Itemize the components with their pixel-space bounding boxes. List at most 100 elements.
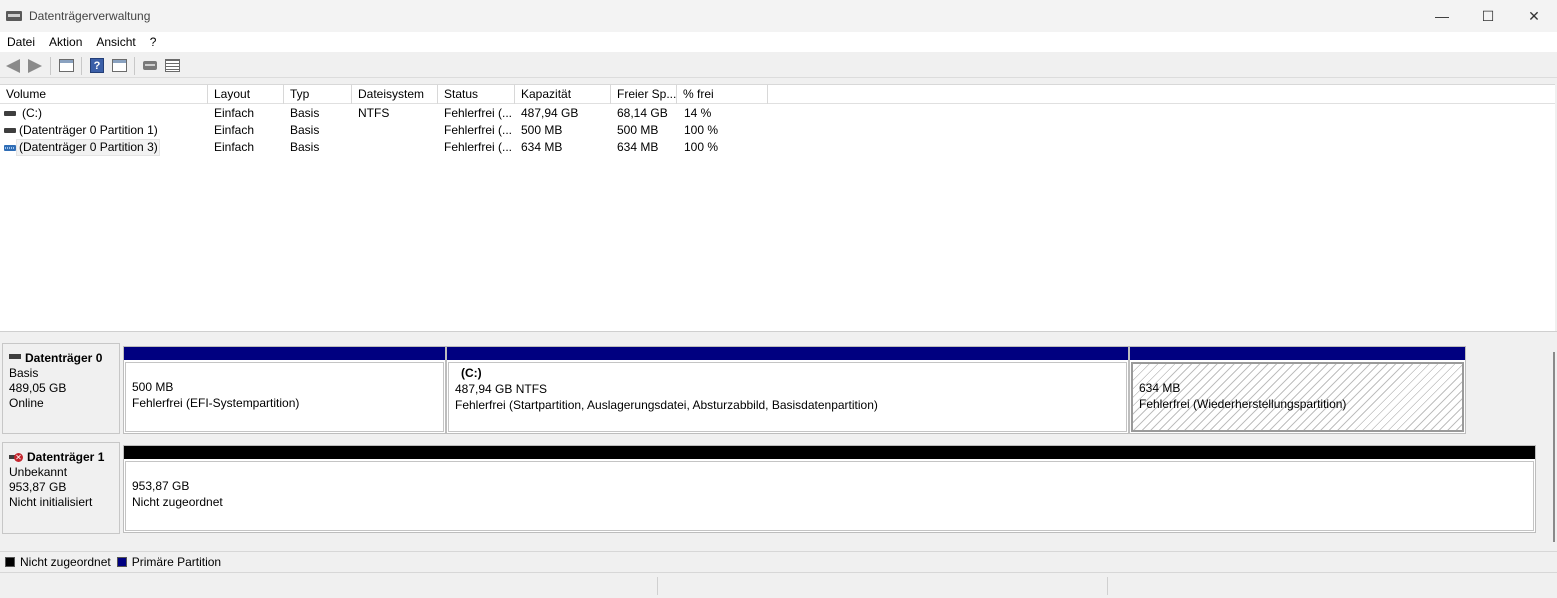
menu-bar: Datei Aktion Ansicht ? (0, 32, 1557, 52)
legend-item-primary: Primäre Partition (116, 554, 222, 569)
column-layout[interactable]: Layout (208, 85, 284, 104)
partition-body-selected: 634 MB Fehlerfrei (Wiederherstellungspar… (1131, 362, 1464, 432)
menu-ansicht[interactable]: Ansicht (89, 35, 142, 49)
cell-prozent-frei: 100 % (684, 140, 719, 154)
cell-volume: (C:) (22, 106, 42, 120)
help-button[interactable]: ? (86, 56, 108, 76)
list-view-icon (164, 59, 180, 72)
cell-status: Fehlerfrei (... (444, 140, 513, 154)
window-controls: — ☐ ✕ (1419, 0, 1557, 32)
partition-c[interactable]: (C:) 487,94 GB NTFS Fehlerfrei (Startpar… (446, 346, 1129, 434)
minimize-button[interactable]: — (1419, 0, 1465, 32)
disk-0-state: Online (9, 396, 44, 410)
cell-layout: Einfach (214, 106, 255, 120)
volume-list[interactable]: Volume Layout Typ Dateisystem Status Kap… (0, 84, 1555, 331)
menu-help[interactable]: ? (143, 35, 164, 49)
cell-layout: Einfach (214, 140, 255, 154)
partition-body: (C:) 487,94 GB NTFS Fehlerfrei (Startpar… (448, 362, 1127, 432)
console-tree-button[interactable] (55, 56, 77, 76)
disk-1-label[interactable]: ✕ Datenträger 1 Unbekannt 953,87 GB Nicht… (2, 442, 120, 534)
column-status[interactable]: Status (438, 85, 515, 104)
status-bar-divider (657, 577, 658, 595)
status-bar (0, 572, 1557, 598)
cell-freier-speicher: 500 MB (617, 123, 659, 137)
column-volume[interactable]: Volume (0, 85, 208, 104)
cell-typ: Basis (290, 106, 320, 120)
table-row[interactable]: (C:) Einfach Basis NTFS Fehlerfrei (... … (0, 105, 1555, 122)
toolbar-separator (50, 56, 51, 75)
forward-button[interactable] (24, 56, 46, 76)
disk-1-state: Nicht initialisiert (9, 495, 93, 509)
cell-volume: (Datenträger 0 Partition 3) (19, 140, 158, 154)
partition-band (124, 446, 1535, 459)
disk-0-size: 489,05 GB (9, 381, 67, 395)
close-button[interactable]: ✕ (1511, 0, 1557, 32)
cell-layout: Einfach (214, 123, 255, 137)
status-bar-divider (1107, 577, 1108, 595)
column-kapazitaet[interactable]: Kapazität (515, 85, 611, 104)
back-icon (6, 58, 20, 73)
disk-0-type: Basis (9, 366, 39, 380)
cell-freier-speicher: 634 MB (617, 140, 659, 154)
partition-size: 500 MB (132, 380, 174, 394)
back-button[interactable] (2, 56, 24, 76)
cell-typ: Basis (290, 140, 320, 154)
cell-volume: (Datenträger 0 Partition 1) (19, 123, 158, 137)
table-row-selected[interactable]: (Datenträger 0 Partition 3) Einfach Basi… (0, 139, 1555, 156)
disk-0-name: Datenträger 0 (25, 351, 103, 365)
help-icon: ? (90, 58, 104, 73)
legend-swatch-unallocated (5, 556, 15, 567)
cell-kapazitaet: 487,94 GB (521, 106, 579, 120)
forward-icon (28, 58, 42, 73)
volume-list-header: Volume Layout Typ Dateisystem Status Kap… (0, 85, 1555, 104)
column-prozent-frei[interactable]: % frei (677, 85, 768, 104)
menu-datei[interactable]: Datei (0, 35, 42, 49)
toolbar: ? (0, 54, 1557, 78)
toolbar-separator (134, 56, 135, 75)
vertical-scrollbar[interactable] (1553, 352, 1555, 542)
cell-dateisystem: NTFS (358, 106, 390, 120)
disk-0-label[interactable]: Datenträger 0 Basis 489,05 GB Online (2, 343, 120, 434)
volume-icon (4, 145, 16, 151)
disk-error-icon: ✕ (9, 452, 25, 464)
properties-icon (111, 59, 127, 72)
cell-status: Fehlerfrei (... (444, 106, 513, 120)
column-dateisystem[interactable]: Dateisystem (352, 85, 438, 104)
menu-aktion[interactable]: Aktion (42, 35, 89, 49)
column-typ[interactable]: Typ (284, 85, 352, 104)
disk-1-type: Unbekannt (9, 465, 68, 479)
disk-1-name: Datenträger 1 (27, 450, 105, 464)
disk-1-size: 953,87 GB (9, 480, 67, 494)
cell-prozent-frei: 14 % (684, 106, 712, 120)
column-freier-speicher[interactable]: Freier Sp... (611, 85, 677, 104)
list-view-button[interactable] (161, 56, 183, 76)
legend-swatch-primary (116, 556, 127, 567)
partition-unallocated[interactable]: 953,87 GB Nicht zugeordnet (123, 445, 1536, 533)
connect-disk-button[interactable] (139, 56, 161, 76)
legend-label: Primäre Partition (131, 554, 222, 569)
cell-typ: Basis (290, 123, 320, 137)
connect-disk-icon (143, 61, 157, 70)
disk-1-name-row: ✕ Datenträger 1 (9, 450, 119, 465)
disk-management-app-icon (6, 9, 22, 23)
maximize-button[interactable]: ☐ (1465, 0, 1511, 32)
partition-band (447, 347, 1128, 360)
legend-label: Nicht zugeordnet (20, 554, 111, 569)
cell-prozent-frei: 100 % (684, 123, 719, 137)
properties-button[interactable] (108, 56, 130, 76)
legend-item-unallocated: Nicht zugeordnet (5, 555, 111, 569)
cell-freier-speicher: 68,14 GB (617, 106, 668, 120)
title-bar: Datenträgerverwaltung — ☐ ✕ (0, 0, 1557, 32)
console-tree-icon (58, 59, 74, 72)
disk-0-name-row: Datenträger 0 (9, 351, 119, 366)
partition-band (1130, 347, 1465, 360)
partition-band (124, 347, 445, 360)
partition-status: Fehlerfrei (Wiederherstellungspartition) (1139, 397, 1347, 411)
partition-body: 500 MB Fehlerfrei (EFI-Systempartition) (125, 362, 444, 432)
partition-volume-label: (C:) (461, 366, 482, 380)
table-row[interactable]: (Datenträger 0 Partition 1) Einfach Basi… (0, 122, 1555, 139)
partition-recovery[interactable]: 634 MB Fehlerfrei (Wiederherstellungspar… (1129, 346, 1466, 434)
legend: Nicht zugeordnet Primäre Partition (0, 551, 1557, 571)
partition-efi[interactable]: 500 MB Fehlerfrei (EFI-Systempartition) (123, 346, 446, 434)
partition-body: 953,87 GB Nicht zugeordnet (125, 461, 1534, 531)
